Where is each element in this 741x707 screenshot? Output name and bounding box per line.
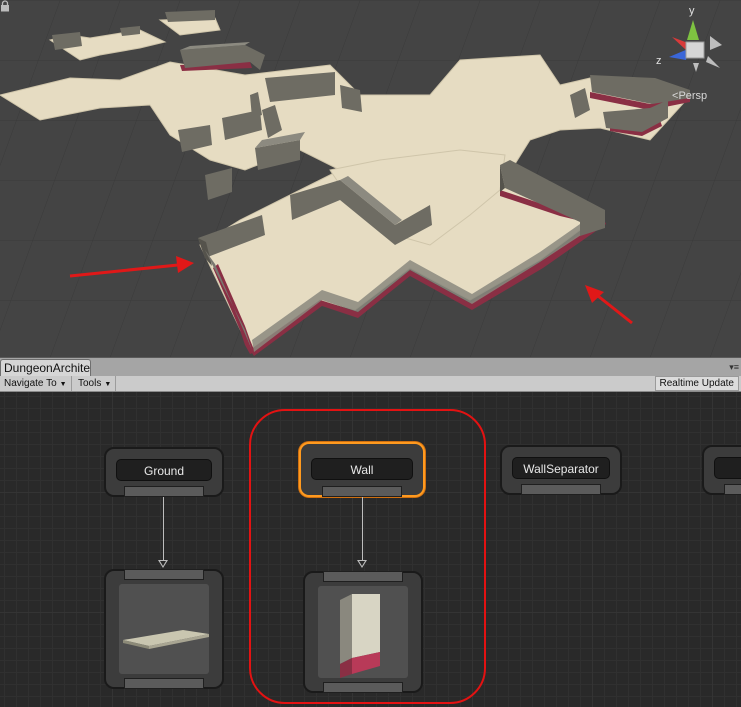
- tools-dropdown[interactable]: Tools ▼: [74, 376, 116, 391]
- gizmo-y-label: y: [689, 5, 695, 17]
- output-pin[interactable]: [521, 484, 601, 495]
- output-pin[interactable]: [124, 486, 204, 497]
- node-label: Ground: [116, 459, 212, 481]
- node-label: WallSeparator: [512, 457, 610, 479]
- tab-label: DungeonArchite: [4, 361, 91, 375]
- editor-toolbar: Navigate To ▼ Tools ▼ Realtime Update: [0, 376, 741, 392]
- projection-label[interactable]: <Persp: [672, 90, 707, 102]
- graph-canvas[interactable]: Ground Wall WallSeparator: [0, 392, 741, 707]
- scene-view[interactable]: y z <Persp: [0, 0, 741, 357]
- gizmo-z-label: z: [656, 55, 662, 67]
- caret-down-icon: ▼: [104, 381, 112, 388]
- wall-separator-node[interactable]: WallSeparator: [500, 445, 622, 495]
- output-pin[interactable]: [124, 678, 204, 689]
- lock-icon[interactable]: [0, 0, 10, 12]
- floor-tile-preview: [123, 630, 209, 649]
- connection-line: [163, 497, 164, 563]
- arrow-head-icon: [158, 560, 168, 568]
- node-label: [714, 457, 741, 479]
- navigate-to-dropdown[interactable]: Navigate To ▼: [0, 376, 72, 391]
- menu-icon[interactable]: ▾≡: [729, 362, 739, 373]
- offscreen-node[interactable]: [702, 445, 741, 495]
- ground-mesh-node[interactable]: [104, 569, 224, 689]
- editor-tab-bar: DungeonArchite ▾≡: [0, 357, 741, 377]
- output-pin[interactable]: [724, 484, 741, 495]
- caret-down-icon: ▼: [59, 381, 67, 388]
- ground-node[interactable]: Ground: [104, 447, 224, 497]
- input-pin[interactable]: [124, 569, 204, 580]
- tab-dungeon-architect[interactable]: DungeonArchite: [0, 359, 91, 377]
- scene-render: y z: [0, 0, 741, 357]
- ground-mesh-preview: [119, 584, 209, 674]
- highlight-ring: [249, 409, 486, 704]
- realtime-update-toggle[interactable]: Realtime Update: [654, 376, 739, 391]
